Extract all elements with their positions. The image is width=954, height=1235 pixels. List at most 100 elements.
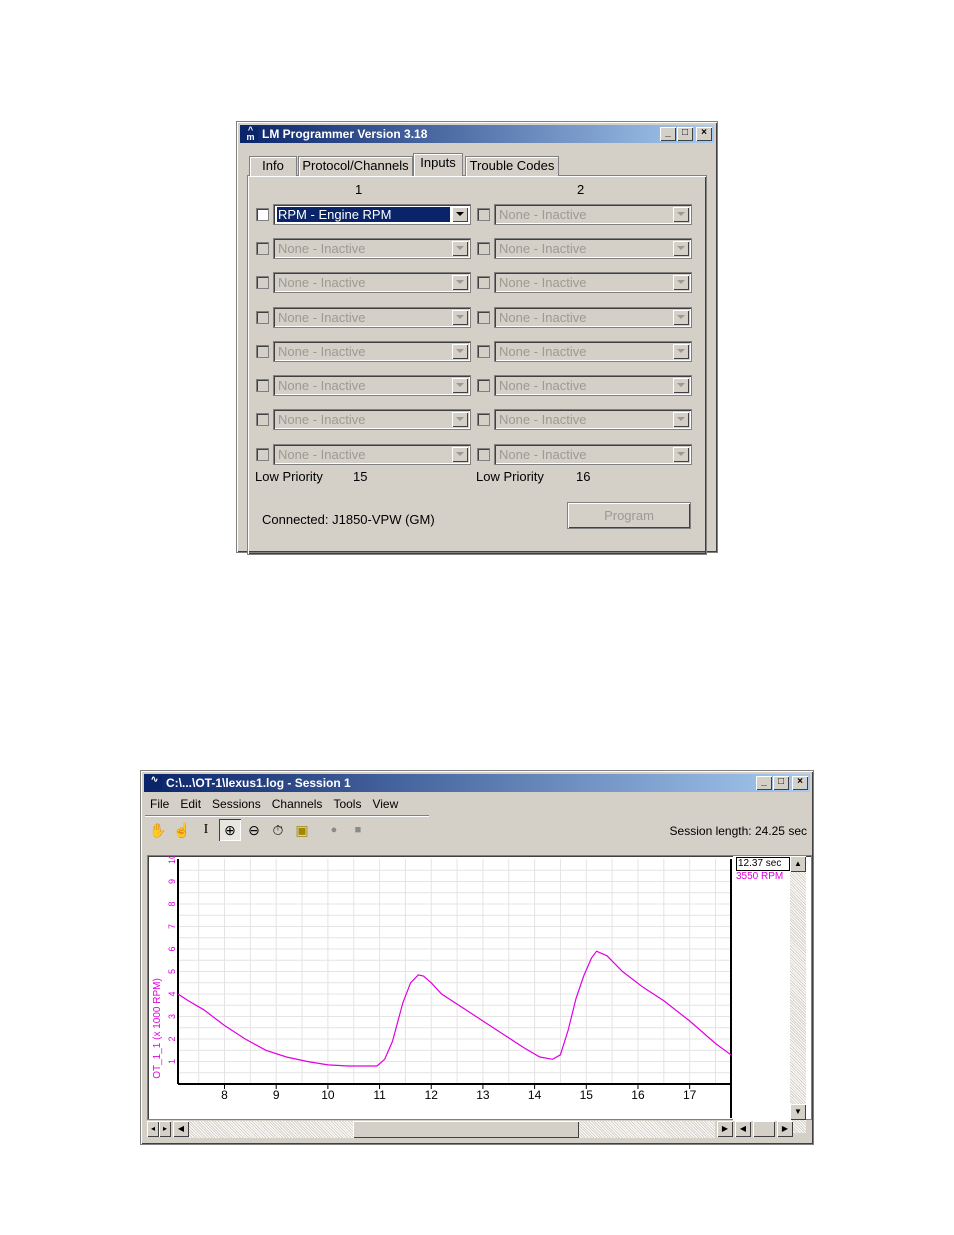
input-checkbox-1-1[interactable] bbox=[256, 208, 269, 221]
maximize-button[interactable]: □ bbox=[677, 127, 693, 141]
maximize-button[interactable]: □ bbox=[773, 776, 789, 790]
input-select-value: None - Inactive bbox=[278, 310, 366, 325]
zoom-in-icon[interactable]: ⊕ bbox=[219, 819, 241, 841]
zoom-right-button[interactable]: ▶ bbox=[777, 1121, 793, 1137]
input-checkbox-1-2[interactable] bbox=[256, 242, 269, 255]
grab-hand-icon[interactable]: ☝ bbox=[171, 819, 193, 841]
menu-edit[interactable]: Edit bbox=[175, 795, 207, 813]
close-button[interactable]: × bbox=[696, 127, 712, 141]
text-cursor-icon[interactable]: I bbox=[195, 819, 217, 841]
input-select-value: None - Inactive bbox=[499, 344, 587, 359]
plot-area[interactable]: 8 9 10 11 12 13 14 15 16 17 1 2 3 4 5 6 7 8 9 10 OT_1_1 (x 1… bbox=[147, 855, 812, 1120]
chevron-down-icon[interactable] bbox=[452, 378, 468, 393]
tab-info[interactable]: Info bbox=[249, 156, 297, 176]
scroll-up-button[interactable]: ▲ bbox=[790, 856, 806, 872]
tab-protocol-channels[interactable]: Protocol/Channels bbox=[298, 156, 413, 176]
menu-view[interactable]: View bbox=[367, 795, 404, 813]
chevron-down-icon[interactable] bbox=[673, 275, 689, 290]
chevron-down-icon[interactable] bbox=[452, 241, 468, 256]
input-select-value: None - Inactive bbox=[278, 275, 366, 290]
menu-file[interactable]: File bbox=[145, 795, 175, 813]
menu-sessions[interactable]: Sessions bbox=[207, 795, 267, 813]
input-checkbox-1-6[interactable] bbox=[256, 379, 269, 392]
input-select-2-3[interactable]: None - Inactive bbox=[494, 272, 692, 293]
input-checkbox-2-8[interactable] bbox=[477, 448, 490, 461]
input-checkbox-1-5[interactable] bbox=[256, 345, 269, 358]
chevron-down-icon[interactable] bbox=[452, 207, 468, 222]
input-checkbox-1-3[interactable] bbox=[256, 276, 269, 289]
tab-trouble-codes[interactable]: Trouble Codes bbox=[465, 156, 559, 176]
input-select-1-8[interactable]: None - Inactive bbox=[273, 444, 471, 465]
input-select-2-6[interactable]: None - Inactive bbox=[494, 375, 692, 396]
close-button[interactable]: × bbox=[792, 776, 808, 790]
input-checkbox-1-8[interactable] bbox=[256, 448, 269, 461]
minimize-button[interactable]: _ bbox=[660, 127, 676, 141]
tab-inputs[interactable]: Inputs bbox=[413, 153, 463, 176]
input-checkbox-2-4[interactable] bbox=[477, 311, 490, 324]
chevron-down-icon[interactable] bbox=[673, 447, 689, 462]
scroll-prev-button[interactable]: ▸ bbox=[159, 1121, 171, 1137]
app-icon: ∿ bbox=[147, 775, 162, 790]
cursor-time: 12.37 sec bbox=[736, 857, 790, 871]
input-select-2-2[interactable]: None - Inactive bbox=[494, 238, 692, 259]
minimize-button[interactable]: _ bbox=[756, 776, 772, 790]
input-checkbox-2-6[interactable] bbox=[477, 379, 490, 392]
zoom-slider[interactable] bbox=[753, 1121, 775, 1137]
input-select-2-8[interactable]: None - Inactive bbox=[494, 444, 692, 465]
vertical-scrollbar[interactable]: ▲ ▼ bbox=[790, 856, 806, 1133]
chevron-down-icon[interactable] bbox=[673, 412, 689, 427]
scroll-left-button[interactable]: ◀ bbox=[173, 1121, 189, 1137]
menu-channels[interactable]: Channels bbox=[267, 795, 329, 813]
zoom-out-icon[interactable]: ⊖ bbox=[243, 819, 265, 841]
input-checkbox-2-2[interactable] bbox=[477, 242, 490, 255]
input-select-2-1[interactable]: None - Inactive bbox=[494, 204, 692, 225]
input-select-2-7[interactable]: None - Inactive bbox=[494, 409, 692, 430]
input-checkbox-2-1[interactable] bbox=[477, 208, 490, 221]
y-tick-label: 7 bbox=[167, 924, 177, 929]
program-button[interactable]: Program bbox=[567, 502, 691, 529]
chevron-down-icon[interactable] bbox=[452, 447, 468, 462]
scroll-down-button[interactable]: ▼ bbox=[790, 1104, 806, 1120]
input-select-2-4[interactable]: None - Inactive bbox=[494, 307, 692, 328]
input-select-1-4[interactable]: None - Inactive bbox=[273, 307, 471, 328]
chevron-down-icon[interactable] bbox=[673, 378, 689, 393]
input-select-2-5[interactable]: None - Inactive bbox=[494, 341, 692, 362]
input-select-value: None - Inactive bbox=[499, 310, 587, 325]
chevron-down-icon[interactable] bbox=[452, 344, 468, 359]
input-select-1-5[interactable]: None - Inactive bbox=[273, 341, 471, 362]
chevron-down-icon[interactable] bbox=[673, 207, 689, 222]
record-icon[interactable]: ● bbox=[323, 819, 345, 841]
input-select-1-7[interactable]: None - Inactive bbox=[273, 409, 471, 430]
input-select-1-1[interactable]: RPM - Engine RPM bbox=[273, 204, 471, 225]
lm-programmer-window: ^ m LM Programmer Version 3.18 _ □ × Info… bbox=[236, 121, 718, 555]
input-checkbox-2-7[interactable] bbox=[477, 413, 490, 426]
stopwatch-icon[interactable]: ⏱ bbox=[267, 819, 289, 841]
input-checkbox-1-7[interactable] bbox=[256, 413, 269, 426]
scroll-thumb[interactable] bbox=[353, 1121, 579, 1138]
marker-icon[interactable]: ▣ bbox=[291, 819, 313, 841]
menu-tools[interactable]: Tools bbox=[328, 795, 367, 813]
y-tick-label: 5 bbox=[167, 969, 177, 974]
input-select-1-6[interactable]: None - Inactive bbox=[273, 375, 471, 396]
input-checkbox-2-5[interactable] bbox=[477, 345, 490, 358]
chevron-down-icon[interactable] bbox=[452, 310, 468, 325]
chevron-down-icon[interactable] bbox=[452, 275, 468, 290]
chevron-down-icon[interactable] bbox=[673, 310, 689, 325]
scroll-first-button[interactable]: ◂ bbox=[147, 1121, 159, 1137]
title-bar[interactable]: ^ m LM Programmer Version 3.18 _ □ × bbox=[240, 125, 714, 143]
rpm-chart[interactable]: 8 9 10 11 12 13 14 15 16 1712345678910OT_1_1 (x 1… bbox=[148, 856, 811, 1119]
input-select-1-2[interactable]: None - Inactive bbox=[273, 238, 471, 259]
session-length-label: Session length: bbox=[669, 824, 752, 838]
input-checkbox-1-4[interactable] bbox=[256, 311, 269, 324]
zoom-left-button[interactable]: ◀ bbox=[735, 1121, 751, 1137]
hand-icon[interactable]: ✋ bbox=[147, 819, 169, 841]
chevron-down-icon[interactable] bbox=[673, 241, 689, 256]
horizontal-scrollbar[interactable]: ◂ ▸ ◀ ▶ ◀ ▶ bbox=[147, 1121, 793, 1138]
input-checkbox-2-3[interactable] bbox=[477, 276, 490, 289]
input-select-1-3[interactable]: None - Inactive bbox=[273, 272, 471, 293]
chevron-down-icon[interactable] bbox=[673, 344, 689, 359]
scroll-right-button[interactable]: ▶ bbox=[717, 1121, 733, 1137]
stop-icon[interactable]: ■ bbox=[347, 819, 369, 841]
title-bar[interactable]: ∿ C:\...\OT-1\lexus1.log - Session 1 _ □… bbox=[144, 774, 810, 792]
chevron-down-icon[interactable] bbox=[452, 412, 468, 427]
